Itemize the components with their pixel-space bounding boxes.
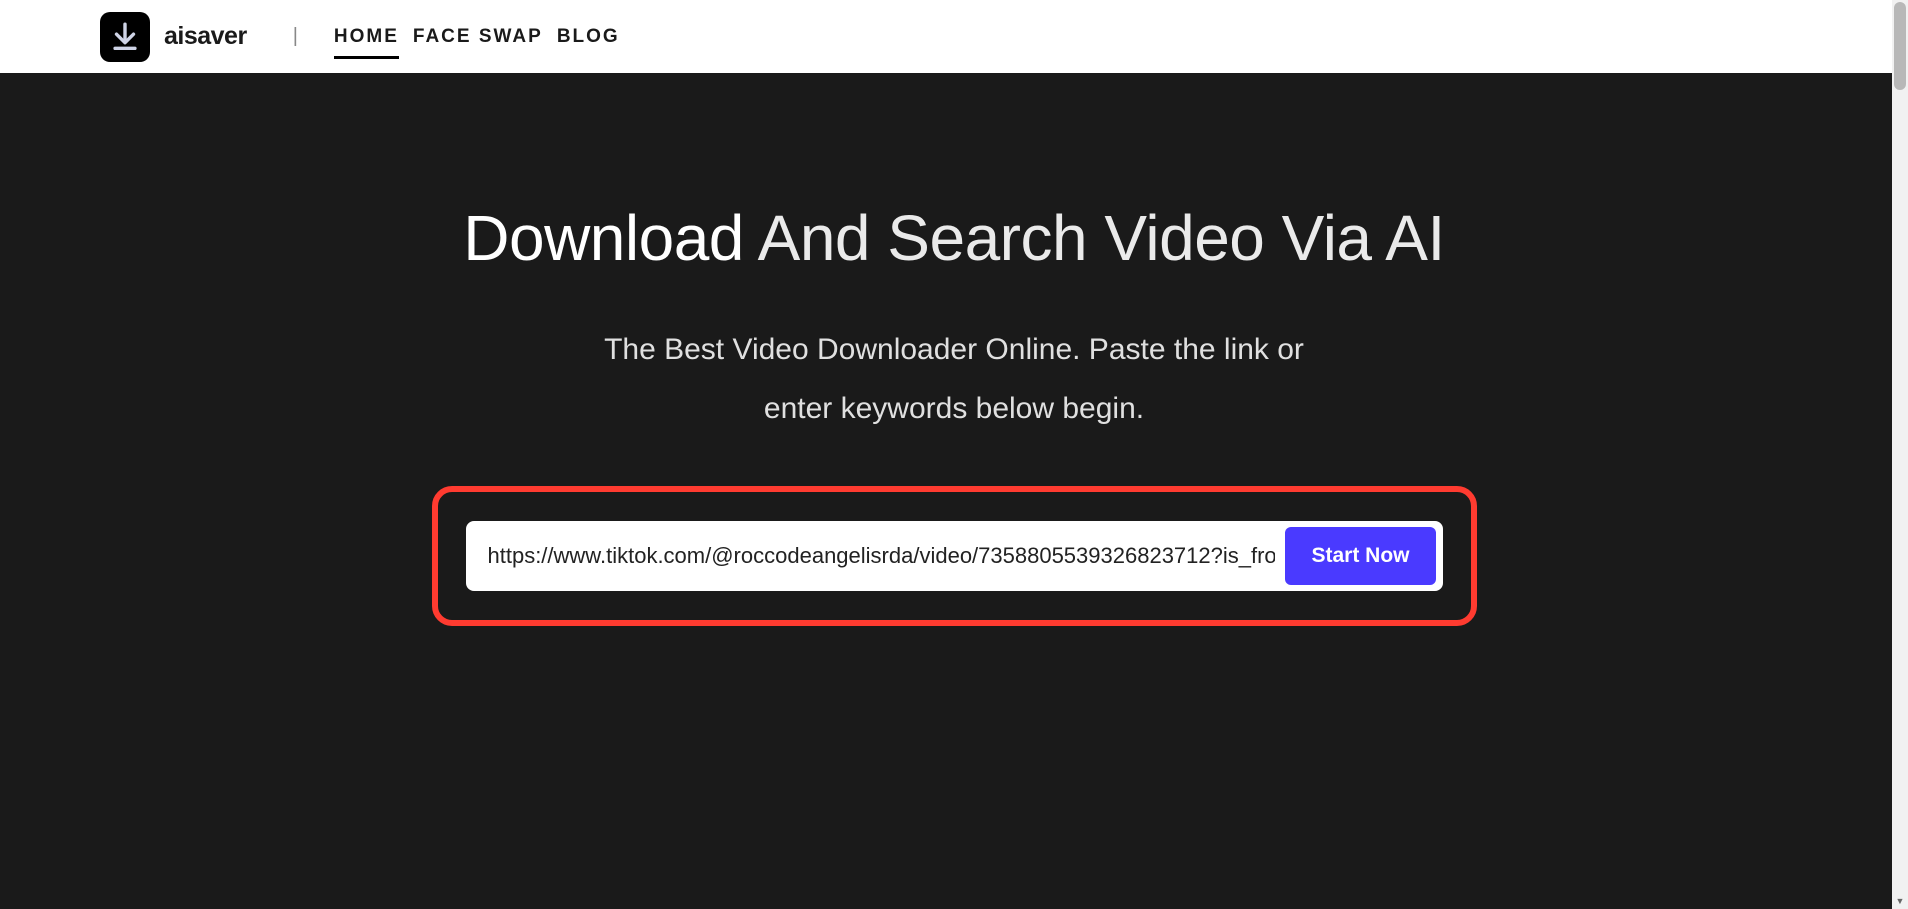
main-nav: HOME FACE SWAP BLOG (334, 4, 620, 70)
scroll-down-icon[interactable]: ▼ (1892, 893, 1908, 909)
download-arrow-icon (100, 12, 150, 62)
logo[interactable]: aisaver (100, 12, 247, 62)
input-highlight-box: Start Now (432, 486, 1477, 626)
scrollbar-thumb[interactable] (1894, 2, 1906, 90)
nav-face-swap[interactable]: FACE SWAP (413, 4, 543, 70)
hero-title: Download And Search Video Via AI (463, 201, 1444, 275)
nav-blog[interactable]: BLOG (557, 4, 620, 70)
hero-title-accent: Download (463, 202, 744, 274)
hero-subtitle: The Best Video Downloader Online. Paste … (604, 321, 1304, 438)
hero-subtitle-line1: The Best Video Downloader Online. Paste … (604, 333, 1304, 366)
nav-divider: | (293, 25, 298, 48)
url-input[interactable] (488, 543, 1276, 569)
start-now-button[interactable]: Start Now (1285, 527, 1435, 585)
url-input-row: Start Now (466, 521, 1443, 591)
nav-home[interactable]: HOME (334, 4, 399, 70)
hero-title-rest: And Search Video Via AI (744, 202, 1445, 274)
scrollbar[interactable]: ▲ ▼ (1892, 0, 1908, 909)
hero-subtitle-line2: enter keywords below begin. (764, 392, 1144, 425)
header-bar: aisaver | HOME FACE SWAP BLOG (0, 0, 1908, 73)
brand-name: aisaver (164, 22, 247, 51)
hero-section: Download And Search Video Via AI The Bes… (0, 73, 1908, 909)
